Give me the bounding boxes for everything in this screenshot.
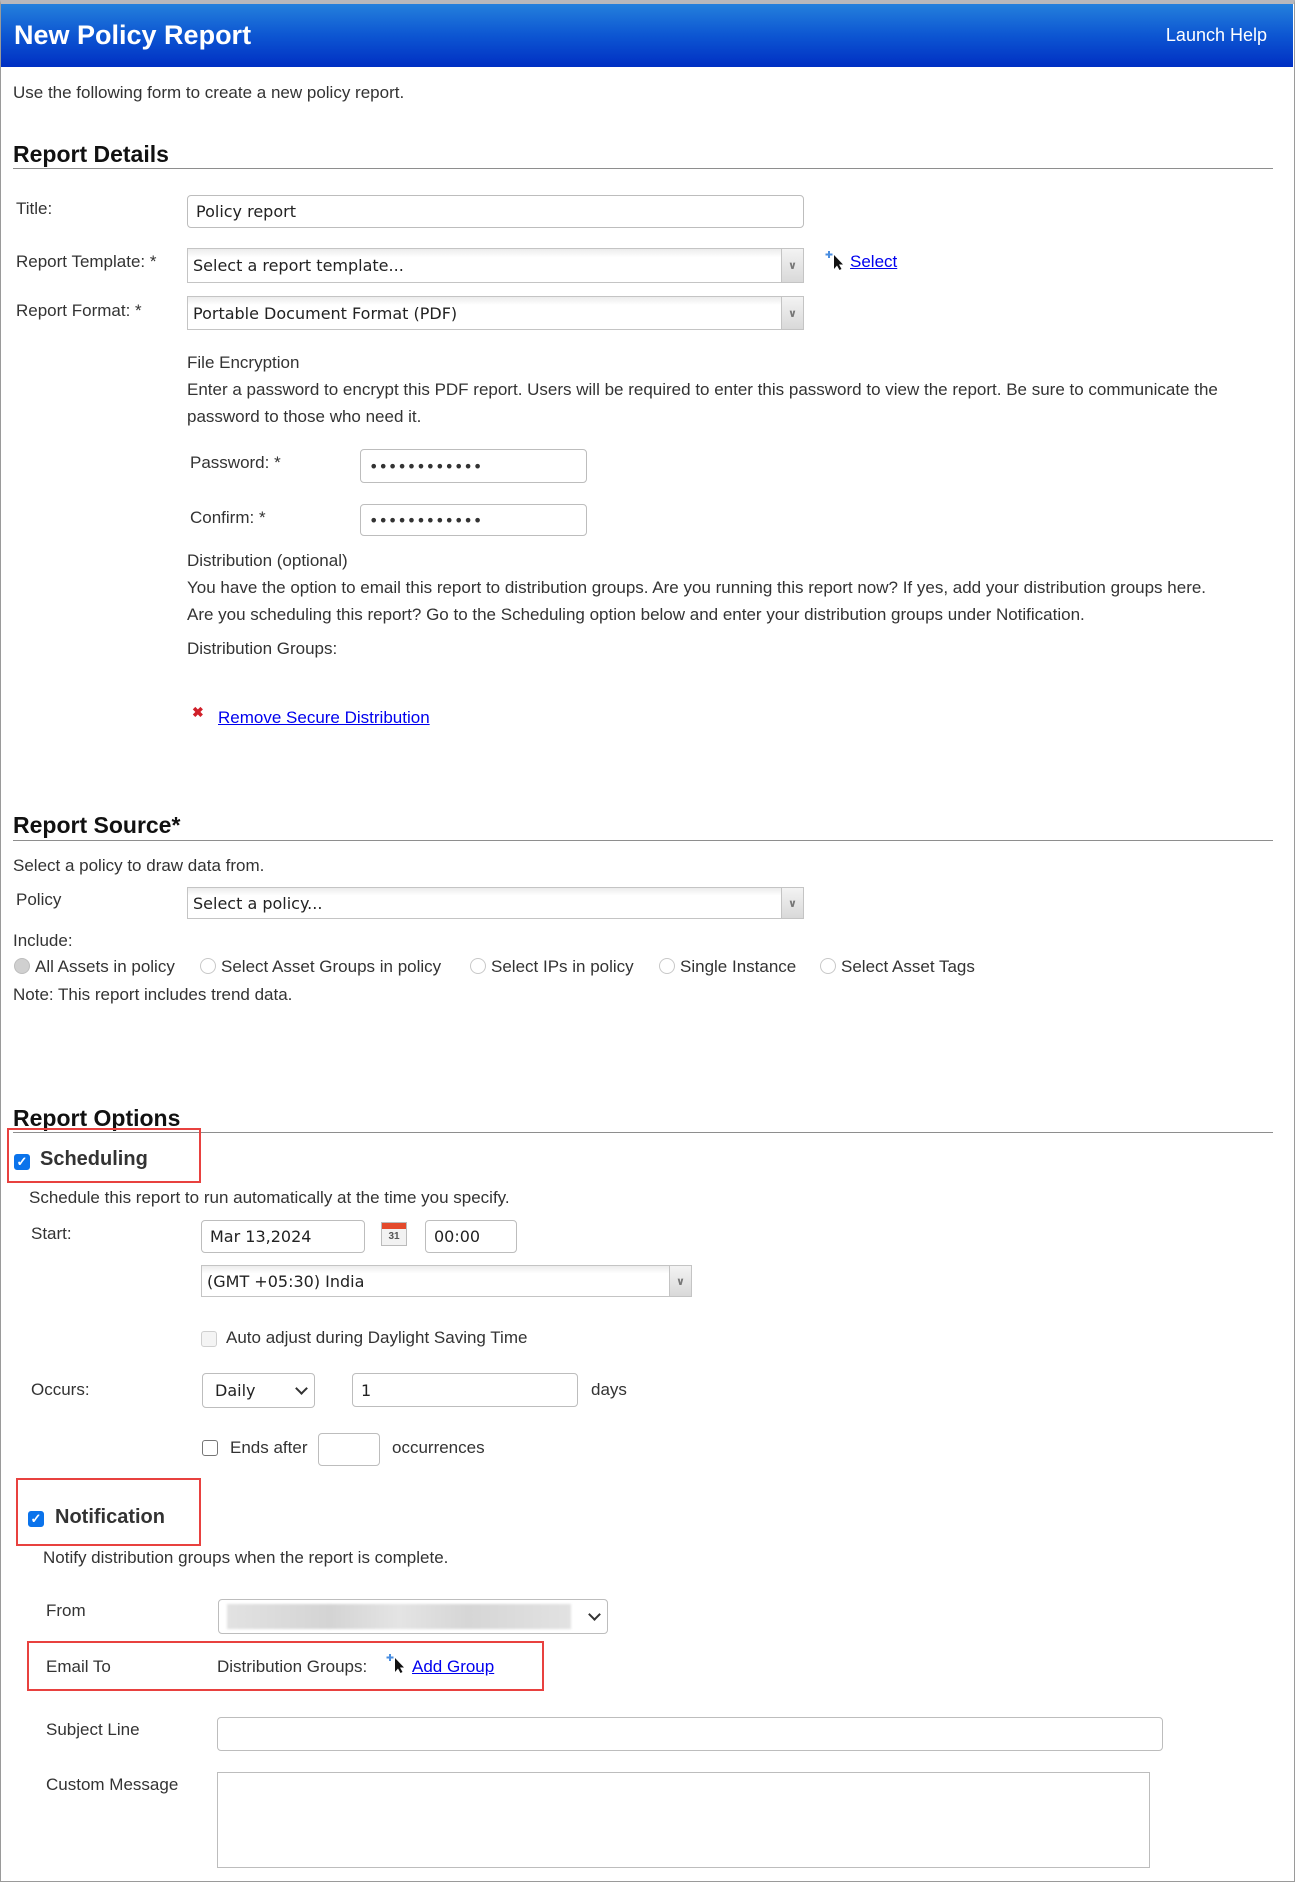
scheduling-description: Schedule this report to run automaticall…	[29, 1188, 510, 1207]
timezone-select[interactable]: (GMT +05:30) India ∨	[201, 1265, 692, 1297]
report-source-heading: Report Source*	[13, 812, 181, 838]
timezone-value: (GMT +05:30) India	[207, 1271, 365, 1291]
custom-message-textarea[interactable]	[217, 1772, 1150, 1868]
distribution-description-line1: You have the option to email this report…	[187, 578, 1207, 597]
scheduling-label: Scheduling	[40, 1148, 148, 1170]
policy-select[interactable]: Select a policy... ∨	[187, 887, 804, 919]
report-format-label: Report Format: *	[16, 301, 142, 320]
interval-input[interactable]: 1	[352, 1373, 578, 1407]
confirm-password-input[interactable]: ••••••••••••	[360, 504, 587, 536]
radio-asset-tags[interactable]	[820, 958, 836, 974]
section-divider	[13, 1132, 1273, 1133]
policy-value: Select a policy...	[193, 893, 323, 913]
notification-description: Notify distribution groups when the repo…	[43, 1548, 449, 1567]
from-select[interactable]	[218, 1599, 608, 1634]
add-group-icon	[386, 1654, 404, 1673]
intro-text: Use the following form to create a new p…	[13, 83, 405, 102]
policy-label: Policy	[16, 890, 62, 909]
occurs-select[interactable]: Daily	[202, 1373, 315, 1408]
redacted-from-value	[227, 1604, 571, 1629]
chevron-down-icon: ∨	[669, 1266, 691, 1296]
radio-label-ips: Select IPs in policy	[491, 957, 634, 976]
ends-after-checkbox[interactable]	[202, 1440, 218, 1456]
section-divider	[13, 168, 1273, 169]
password-value: ••••••••••••	[369, 456, 483, 476]
encryption-description-line1: Enter a password to encrypt this PDF rep…	[187, 380, 1218, 399]
radio-label-all-assets: All Assets in policy	[35, 957, 175, 976]
radio-label-asset-groups: Select Asset Groups in policy	[221, 957, 442, 976]
subject-line-input[interactable]	[217, 1717, 1163, 1751]
page-header: New Policy Report Launch Help	[1, 4, 1293, 67]
remove-icon: ✖	[192, 704, 204, 720]
custom-message-label: Custom Message	[46, 1775, 179, 1794]
radio-label-asset-tags: Select Asset Tags	[841, 957, 975, 976]
start-time-input[interactable]: 00:00	[425, 1220, 517, 1253]
chevron-down-icon: ∨	[781, 297, 803, 329]
calendar-day: 31	[388, 1231, 400, 1242]
calendar-icon[interactable]: 31	[381, 1222, 407, 1246]
chevron-down-icon: ∨	[781, 888, 803, 918]
notification-label: Notification	[55, 1506, 165, 1528]
chevron-down-icon	[295, 1381, 308, 1395]
distribution-groups-email-label: Distribution Groups:	[217, 1657, 368, 1676]
start-label: Start:	[31, 1224, 72, 1243]
radio-label-single-instance: Single Instance	[680, 957, 797, 976]
add-select-icon	[825, 251, 843, 270]
include-label: Include:	[13, 931, 73, 950]
ends-after-input[interactable]	[318, 1433, 380, 1466]
title-input-value: Policy report	[196, 202, 296, 221]
start-date-value: Mar 13,2024	[210, 1227, 312, 1246]
from-label: From	[46, 1601, 86, 1620]
select-template-link[interactable]: Select	[850, 252, 897, 271]
interval-value: 1	[361, 1380, 372, 1400]
confirm-password-value: ••••••••••••	[369, 510, 483, 530]
radio-single-instance[interactable]	[659, 958, 675, 974]
dst-label: Auto adjust during Daylight Saving Time	[226, 1328, 528, 1347]
section-divider	[13, 840, 1273, 841]
report-template-label: Report Template: *	[16, 252, 157, 271]
radio-asset-groups[interactable]	[200, 958, 216, 974]
report-template-select[interactable]: Select a report template... ∨	[187, 248, 804, 283]
scheduling-checkbox[interactable]: ✓	[14, 1154, 30, 1170]
subject-line-label: Subject Line	[46, 1720, 140, 1739]
email-to-label: Email To	[46, 1657, 111, 1676]
distribution-groups-label: Distribution Groups:	[187, 639, 338, 658]
interval-unit-label: days	[591, 1380, 627, 1399]
launch-help-link[interactable]: Launch Help	[1166, 25, 1267, 46]
report-format-select[interactable]: Portable Document Format (PDF) ∨	[187, 296, 804, 330]
title-input[interactable]: Policy report	[187, 195, 804, 228]
start-time-value: 00:00	[434, 1227, 481, 1246]
remove-secure-distribution-link[interactable]: Remove Secure Distribution	[218, 708, 430, 727]
report-format-value: Portable Document Format (PDF)	[193, 303, 458, 323]
report-source-description: Select a policy to draw data from.	[13, 856, 265, 875]
distribution-heading: Distribution (optional)	[187, 551, 348, 570]
radio-all-assets[interactable]	[14, 958, 30, 974]
occurs-value: Daily	[215, 1381, 256, 1400]
trend-data-note: Note: This report includes trend data.	[13, 985, 293, 1004]
chevron-down-icon	[588, 1607, 601, 1621]
report-details-heading: Report Details	[13, 141, 169, 167]
radio-ips[interactable]	[470, 958, 486, 974]
report-template-value: Select a report template...	[193, 256, 404, 275]
start-date-input[interactable]: Mar 13,2024	[201, 1220, 365, 1253]
dst-checkbox[interactable]	[201, 1331, 217, 1347]
title-label: Title:	[16, 199, 53, 218]
page-title: New Policy Report	[14, 20, 252, 50]
ends-after-label: Ends after	[230, 1438, 308, 1457]
password-label: Password: *	[190, 453, 281, 472]
encryption-description-line2: password to those who need it.	[187, 407, 422, 426]
notification-checkbox[interactable]: ✓	[28, 1511, 44, 1527]
file-encryption-heading: File Encryption	[187, 353, 300, 372]
occurrences-label: occurrences	[392, 1438, 485, 1457]
confirm-label: Confirm: *	[190, 508, 266, 527]
chevron-down-icon: ∨	[781, 249, 803, 282]
password-input[interactable]: ••••••••••••	[360, 449, 587, 483]
distribution-description-line2: Are you scheduling this report? Go to th…	[187, 605, 1085, 624]
occurs-label: Occurs:	[31, 1380, 90, 1399]
add-group-link[interactable]: Add Group	[412, 1657, 494, 1676]
